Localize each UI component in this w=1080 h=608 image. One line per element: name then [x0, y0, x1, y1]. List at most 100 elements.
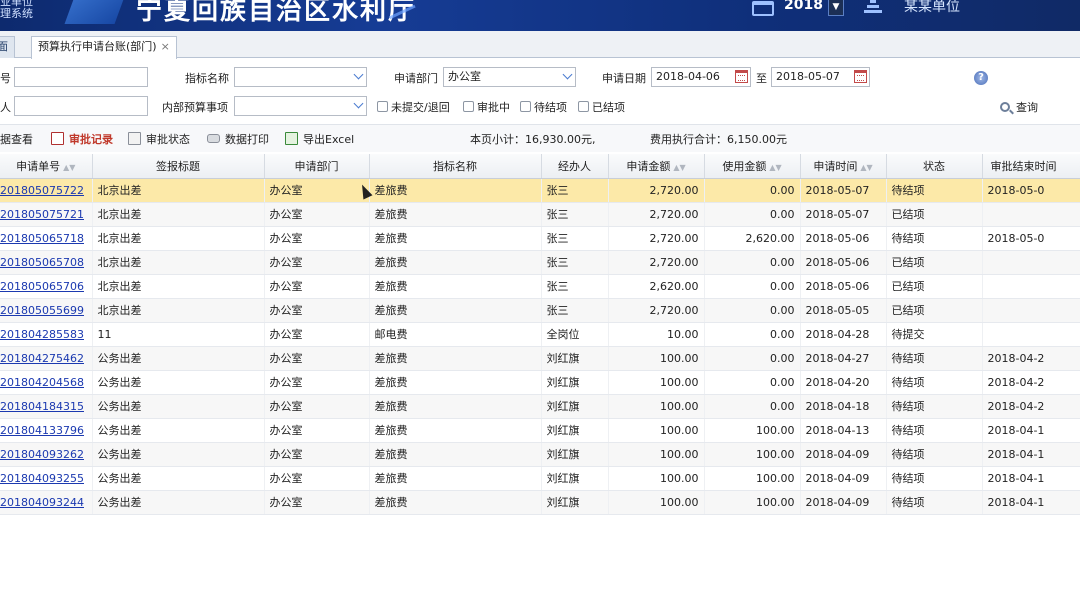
checkbox-closed[interactable]	[578, 101, 589, 112]
apply-no-cell[interactable]: 201805075721	[0, 202, 93, 227]
column-header[interactable]: 申请时间 ▲▼	[800, 154, 887, 179]
date-from-value: 2018-04-06	[656, 70, 720, 83]
apply-no-cell[interactable]: 201804133796	[0, 418, 93, 443]
apply-no-cell[interactable]: 201805055699	[0, 298, 93, 323]
title-cell: 北京出差	[92, 250, 265, 275]
apply-amount-cell: 100.00	[608, 346, 705, 371]
indicator-cell: 差旅费	[369, 202, 542, 227]
indicator-cell: 差旅费	[369, 442, 542, 467]
table-row[interactable]: 201805065708 北京出差 办公室 差旅费 张三 2,720.00 0.00 2018…	[0, 250, 1080, 275]
status-cell: 已结项	[886, 274, 983, 299]
handler-cell: 刘红旗	[541, 346, 609, 371]
apply-no-cell[interactable]: 201804093262	[0, 442, 93, 467]
page-subtotal: 本页小计：16,930.00元,	[470, 133, 596, 146]
table-row[interactable]: 201804093244 公务出差 办公室 差旅费 刘红旗 100.00 100.00 201…	[0, 490, 1080, 515]
apply-date-cell: 2018-05-05	[800, 298, 887, 323]
table-row[interactable]: 201805075722 北京出差 办公室 差旅费 张三 2,720.00 0.00 2018…	[0, 178, 1080, 203]
checkbox-pending-close[interactable]	[520, 101, 531, 112]
apply-no-cell[interactable]: 201804204568	[0, 370, 93, 395]
used-amount-cell: 100.00	[704, 490, 801, 515]
tab-desktop[interactable]: 面	[0, 36, 15, 58]
indicator-cell: 差旅费	[369, 370, 542, 395]
apply-date-cell: 2018-05-07	[800, 202, 887, 227]
title-cell: 北京出差	[92, 178, 265, 203]
table-row[interactable]: 201805055699 北京出差 办公室 差旅费 张三 2,720.00 0.00 2018…	[0, 298, 1080, 323]
apply-no-cell[interactable]: 201805065718	[0, 226, 93, 251]
approval-end-cell: 2018-04-1	[982, 490, 1080, 515]
date-from-input[interactable]: 2018-04-06	[651, 67, 751, 87]
status-cell: 已结项	[886, 298, 983, 323]
column-header[interactable]: 经办人	[541, 154, 609, 179]
apply-no-cell[interactable]: 201805065706	[0, 274, 93, 299]
column-header[interactable]: 申请金额 ▲▼	[608, 154, 705, 179]
export-excel-button[interactable]: 导出Excel	[285, 131, 354, 147]
column-header[interactable]: 审批结束时间	[982, 154, 1080, 179]
approval-record-button[interactable]: 审批记录	[51, 131, 113, 147]
handler-cell: 张三	[541, 226, 609, 251]
apply-no-input[interactable]	[14, 67, 148, 87]
status-cell: 待结项	[886, 226, 983, 251]
dept-cell: 办公室	[264, 274, 370, 299]
table-row[interactable]: 201804285583 11 办公室 邮电费 全岗位 10.00 0.00 2018-04-…	[0, 322, 1080, 347]
apply-no-cell[interactable]: 201804285583	[0, 322, 93, 347]
print-button[interactable]: 数据打印	[207, 131, 269, 147]
date-to-input[interactable]: 2018-05-07	[771, 67, 870, 87]
calendar-icon[interactable]	[854, 70, 867, 83]
title-cell: 公务出差	[92, 370, 265, 395]
view-data-button[interactable]: 据查看	[0, 131, 33, 147]
column-header[interactable]: 使用金额 ▲▼	[704, 154, 801, 179]
logo-icon	[64, 0, 126, 24]
table-row[interactable]: 201804275462 公务出差 办公室 差旅费 刘红旗 100.00 0.00 2018-…	[0, 346, 1080, 371]
used-amount-cell: 0.00	[704, 394, 801, 419]
status-cell: 待结项	[886, 418, 983, 443]
column-header[interactable]: 指标名称	[369, 154, 542, 179]
indicator-select[interactable]	[234, 67, 367, 87]
column-header[interactable]: 状态	[886, 154, 983, 179]
handler-cell: 张三	[541, 298, 609, 323]
apply-amount-cell: 100.00	[608, 394, 705, 419]
year-dropdown-button[interactable]: ▼	[828, 0, 844, 16]
apply-no-cell[interactable]: 201804184315	[0, 394, 93, 419]
search-button[interactable]: 查询	[1000, 99, 1038, 115]
internal-item-select[interactable]	[234, 96, 367, 116]
column-header[interactable]: 申请单号 ▲▼	[0, 154, 93, 179]
table-row[interactable]: 201805065718 北京出差 办公室 差旅费 张三 2,720.00 2,620.00…	[0, 226, 1080, 251]
table-row[interactable]: 201805075721 北京出差 办公室 差旅费 张三 2,720.00 0.00 2018…	[0, 202, 1080, 227]
handler-input[interactable]	[14, 96, 148, 116]
tab-budget-ledger[interactable]: 预算执行申请台账(部门) ×	[31, 36, 177, 59]
table-row[interactable]: 201804133796 公务出差 办公室 差旅费 刘红旗 100.00 100.00 201…	[0, 418, 1080, 443]
table-row[interactable]: 201804093262 公务出差 办公室 差旅费 刘红旗 100.00 100.00 201…	[0, 442, 1080, 467]
used-amount-cell: 2,620.00	[704, 226, 801, 251]
indicator-cell: 差旅费	[369, 394, 542, 419]
apply-dept-select[interactable]: 办公室	[443, 67, 576, 87]
title-cell: 公务出差	[92, 346, 265, 371]
approval-status-button[interactable]: 审批状态	[128, 131, 190, 147]
column-header[interactable]: 申请部门	[264, 154, 370, 179]
dept-cell: 办公室	[264, 466, 370, 491]
table-row[interactable]: 201804184315 公务出差 办公室 差旅费 刘红旗 100.00 0.00 2018-…	[0, 394, 1080, 419]
column-header[interactable]: 签报标题	[92, 154, 265, 179]
status-option-label: 审批中	[477, 101, 510, 114]
table-row[interactable]: 201804204568 公务出差 办公室 差旅费 刘红旗 100.00 0.00 2018-…	[0, 370, 1080, 395]
apply-date-cell: 2018-05-06	[800, 250, 887, 275]
table-row[interactable]: 201804093255 公务出差 办公室 差旅费 刘红旗 100.00 100.00 201…	[0, 466, 1080, 491]
table-row[interactable]: 201805065706 北京出差 办公室 差旅费 张三 2,620.00 0.00 2018…	[0, 274, 1080, 299]
unit-name[interactable]: 某某单位	[904, 0, 960, 16]
apply-no-cell[interactable]: 201805065708	[0, 250, 93, 275]
checkbox-approving[interactable]	[463, 101, 474, 112]
approval-end-cell	[982, 322, 1080, 347]
help-icon[interactable]: ?	[974, 71, 988, 85]
apply-dept-value: 办公室	[448, 70, 481, 83]
calendar-icon[interactable]	[735, 70, 748, 83]
apply-no-cell[interactable]: 201805075722	[0, 178, 93, 203]
search-icon	[1000, 102, 1010, 112]
close-icon[interactable]: ×	[161, 40, 170, 53]
status-cell: 待结项	[886, 346, 983, 371]
checkbox-not-submitted[interactable]	[377, 101, 388, 112]
apply-no-cell[interactable]: 201804093255	[0, 466, 93, 491]
apply-no-cell[interactable]: 201804093244	[0, 490, 93, 515]
approval-end-cell	[982, 298, 1080, 323]
apply-no-cell[interactable]: 201804275462	[0, 346, 93, 371]
used-amount-cell: 100.00	[704, 442, 801, 467]
apply-amount-cell: 2,720.00	[608, 298, 705, 323]
